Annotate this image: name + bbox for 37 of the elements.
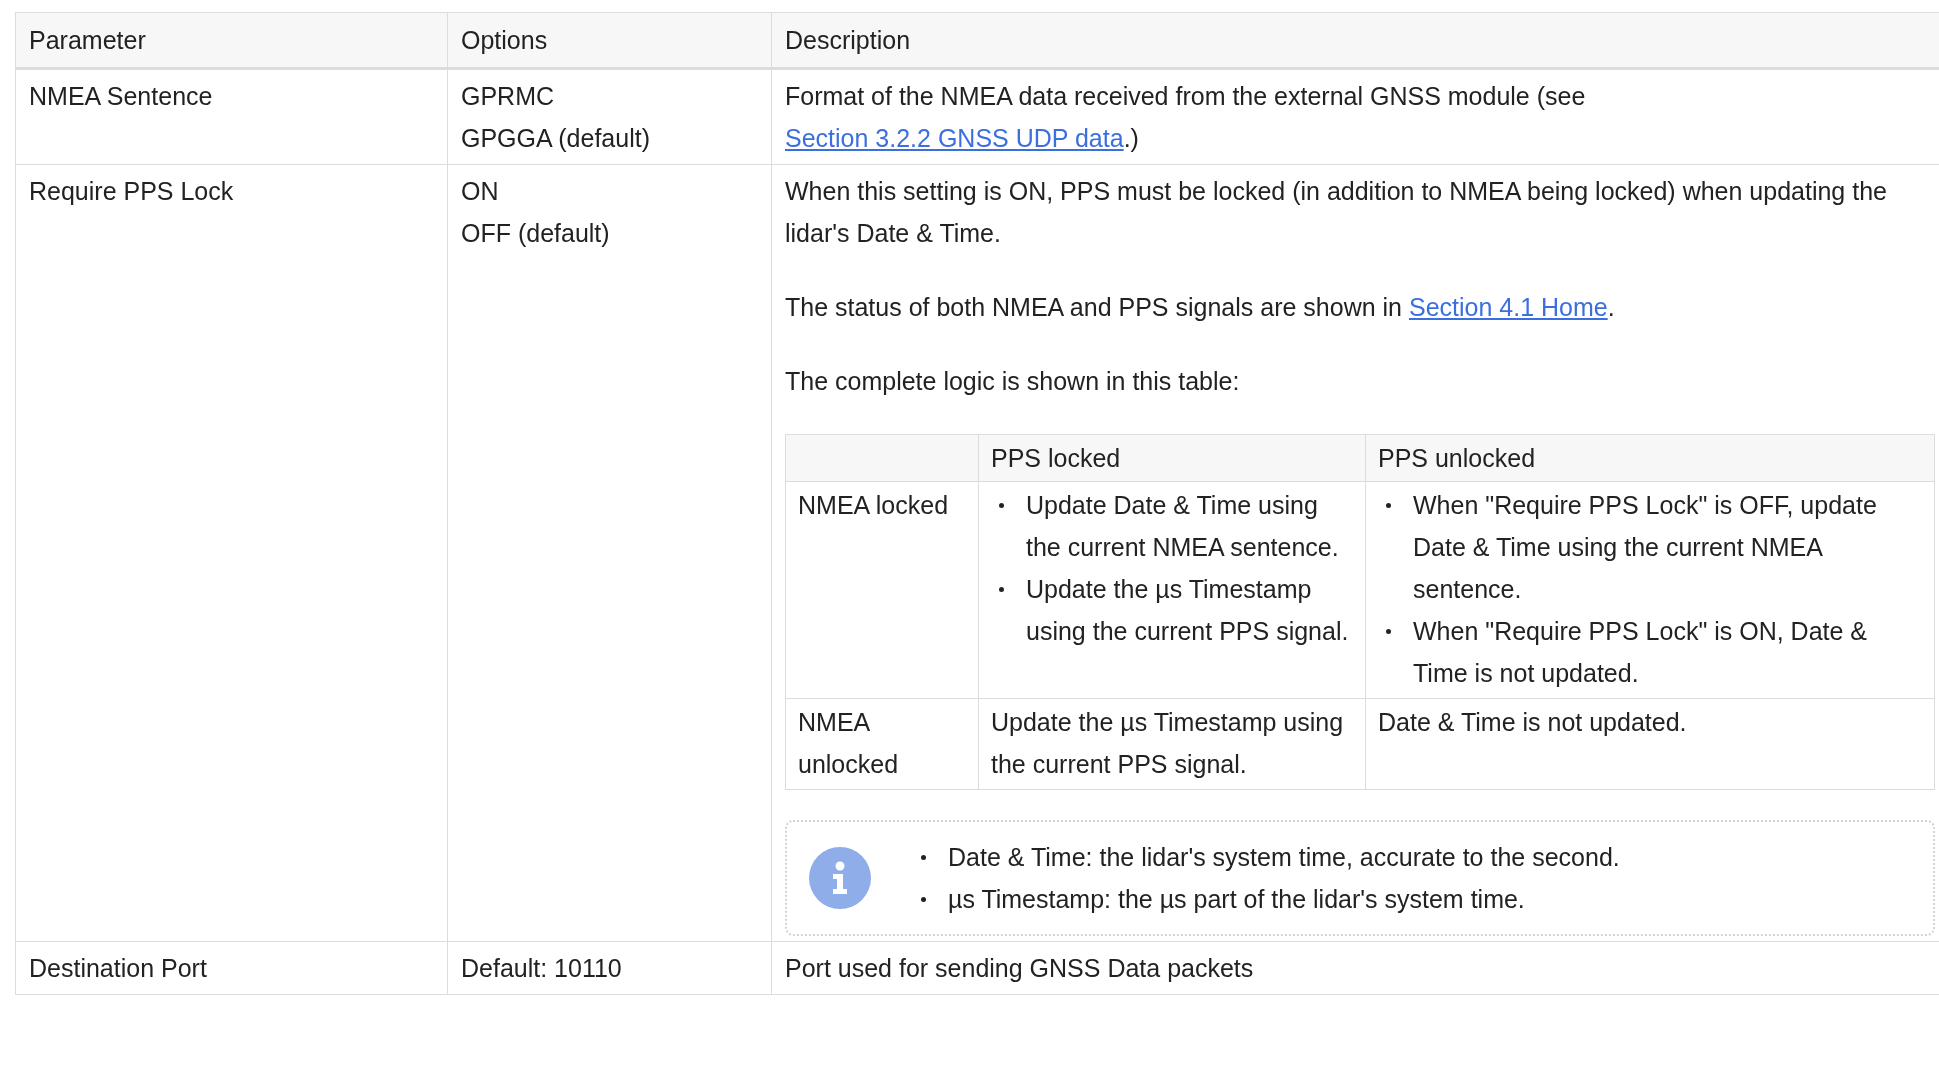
option-text: ON [461, 176, 499, 207]
bullet-icon [1386, 503, 1391, 508]
bullet-icon [921, 855, 926, 860]
bullet-text: When "Require PPS Lock" is ON, Date & Time is not updated. [1413, 616, 1869, 689]
section-link[interactable]: Section 3.2.2 GNSS UDP data [785, 124, 1124, 152]
bullet-icon [999, 587, 1004, 592]
row-header: NMEA unlocked [785, 698, 979, 790]
bullet-icon [1386, 629, 1391, 634]
bullet-text: Date & Time: the lidar's system time, accurate to the second. [948, 842, 1620, 873]
option-text: GPGGA (default) [461, 123, 650, 154]
option-text: GPRMC [461, 81, 555, 112]
column-header: PPS locked [978, 434, 1366, 482]
info-icon [809, 847, 871, 909]
description-text: Format of the NMEA data received from the external GNSS module (see Section 3.2.2 GNSS UDP data.) [785, 81, 1587, 154]
bullet-icon [921, 897, 926, 902]
option-text: Default: 10110 [461, 953, 622, 984]
table-cell: NMEA Sentence [15, 68, 448, 165]
bullet-text: Update Date & Time using the current NMEA sentence. [1026, 490, 1340, 563]
column-header: PPS unlocked [1365, 434, 1935, 482]
section-link[interactable]: Section 4.1 Home [1408, 293, 1608, 321]
table-cell: Destination Port [15, 941, 448, 995]
column-header: Parameter [15, 12, 448, 69]
table-cell: Date & Time is not updated. [1365, 698, 1935, 790]
description-text: Port used for sending GNSS Data packets [785, 953, 1255, 984]
bullet-text: When "Require PPS Lock" is OFF, update Date & Time using the current NMEA sentence. [1413, 490, 1878, 605]
column-header: Description [771, 12, 1939, 69]
table-cell: Require PPS Lock [15, 164, 448, 942]
option-text: OFF (default) [461, 218, 610, 249]
bullet-icon [999, 503, 1004, 508]
column-header: Options [447, 12, 772, 69]
description-text: The status of both NMEA and PPS signals are shown in Section 4.1 Home. [785, 292, 1616, 323]
table-cell: Update the µs Timestamp using the current PPS signal. [978, 698, 1366, 790]
description-text: When this setting is ON, PPS must be locked (in addition to NMEA being locked) when updating the lidar's Date & Time. [785, 176, 1888, 249]
bullet-text: Update the µs Timestamp using the current PPS signal. [1026, 574, 1350, 647]
row-header: NMEA locked [785, 481, 979, 699]
bullet-text: µs Timestamp: the µs part of the lidar's system time. [948, 884, 1525, 915]
description-text: The complete logic is shown in this table: [785, 366, 1241, 397]
